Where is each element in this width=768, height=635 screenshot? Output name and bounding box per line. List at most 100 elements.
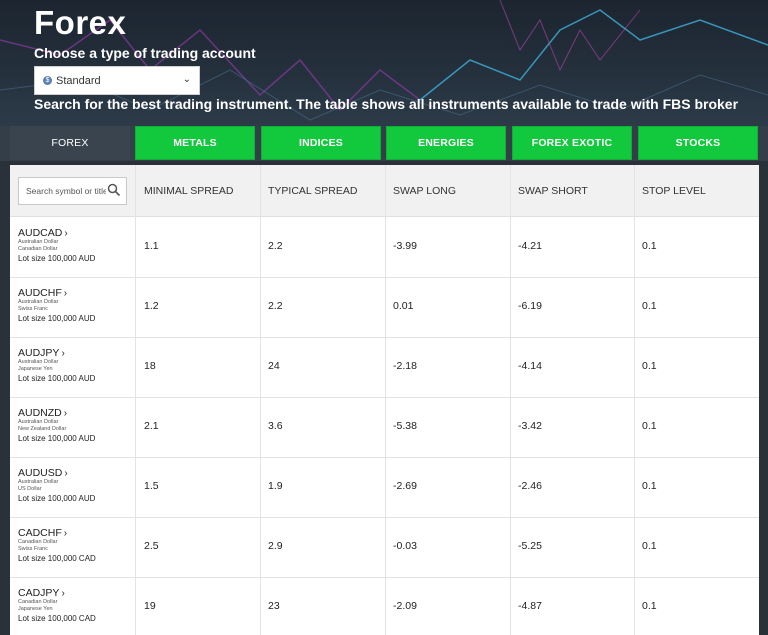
symbol-link[interactable]: AUDJPY ›	[18, 347, 95, 359]
account-type-select[interactable]: $ Standard ⌄	[34, 66, 200, 95]
column-header-swap-short[interactable]: SWAP SHORT	[518, 165, 588, 217]
typical-spread-cell: 2.9	[268, 540, 283, 552]
symbol-search[interactable]	[18, 177, 127, 205]
chevron-right-icon: ›	[64, 468, 68, 479]
stop-level-cell: 0.1	[642, 240, 657, 252]
tab-metals[interactable]: METALS	[135, 126, 255, 160]
swap-short-cell: -2.46	[518, 480, 542, 492]
symbol-link[interactable]: CADJPY ›	[18, 587, 96, 599]
swap-short-cell: -4.14	[518, 360, 542, 372]
quote-currency: Swiss Franc	[18, 306, 48, 312]
stop-level-cell: 0.1	[642, 600, 657, 612]
min-spread-cell: 2.5	[144, 540, 159, 552]
account-type-label: Choose a type of trading account	[34, 45, 256, 61]
chevron-right-icon: ›	[61, 348, 65, 359]
table-description: Search for the best trading instrument. …	[34, 96, 739, 112]
chevron-right-icon: ›	[63, 528, 68, 539]
table-row[interactable]: AUDJPY › Australian Dollar Japanese Yen L…	[10, 338, 759, 398]
table-row[interactable]: AUDCAD › Australian Dollar Canadian Dolla…	[10, 218, 759, 278]
column-header-stop-level[interactable]: STOP LEVEL	[642, 165, 706, 217]
lot-size: Lot size 100,000 AUD	[18, 254, 96, 263]
typical-spread-cell: 23	[268, 600, 280, 612]
symbol-cell[interactable]: AUDCHF › Australian Dollar Swiss Franc Lo…	[18, 287, 95, 323]
column-header-swap-long[interactable]: SWAP LONG	[393, 165, 456, 217]
tab-forex[interactable]: FOREX	[10, 126, 130, 160]
column-header-minimal-spread[interactable]: MINIMAL SPREAD	[144, 165, 233, 217]
lot-size: Lot size 100,000 AUD	[18, 494, 96, 503]
swap-long-cell: -2.09	[393, 600, 417, 612]
chevron-right-icon: ›	[63, 288, 68, 299]
stop-level-cell: 0.1	[642, 480, 657, 492]
tab-energies[interactable]: ENERGIES	[386, 126, 506, 160]
tab-label: FOREX EXOTIC	[531, 137, 613, 149]
tab-indices[interactable]: INDICES	[261, 126, 381, 160]
tab-stocks[interactable]: STOCKS	[638, 126, 758, 160]
quote-currency: US Dollar	[18, 486, 42, 492]
dollar-coin-icon: $	[43, 76, 52, 85]
search-input[interactable]	[26, 186, 106, 196]
typical-spread-cell: 2.2	[268, 300, 283, 312]
table-row[interactable]: CADCHF › Canadian Dollar Swiss Franc Lot …	[10, 518, 759, 578]
stop-level-cell: 0.1	[642, 540, 657, 552]
base-currency: Australian Dollar	[18, 479, 59, 485]
swap-short-cell: -4.87	[518, 600, 542, 612]
symbol-cell[interactable]: AUDNZD › Australian Dollar New Zealand Do…	[18, 407, 95, 443]
stop-level-cell: 0.1	[642, 360, 657, 372]
page-title: Forex	[34, 4, 127, 41]
swap-long-cell: -5.38	[393, 420, 417, 432]
quote-currency: New Zealand Dollar	[18, 426, 67, 432]
swap-long-cell: -3.99	[393, 240, 417, 252]
swap-long-cell: -2.18	[393, 360, 417, 372]
symbol-code: CADCHF	[18, 527, 62, 539]
min-spread-cell: 18	[144, 360, 156, 372]
swap-short-cell: -5.25	[518, 540, 542, 552]
symbol-code: AUDCHF	[18, 287, 62, 299]
symbol-cell[interactable]: AUDUSD › Australian Dollar US Dollar Lot …	[18, 467, 95, 503]
symbol-code: AUDCAD	[18, 227, 63, 239]
swap-long-cell: 0.01	[393, 300, 414, 312]
symbol-code: CADJPY	[18, 587, 60, 599]
min-spread-cell: 2.1	[144, 420, 159, 432]
chevron-down-icon: ⌄	[182, 74, 191, 85]
lot-size: Lot size 100,000 CAD	[18, 614, 96, 623]
table-row[interactable]: CADJPY › Canadian Dollar Japanese Yen Lot…	[10, 578, 759, 635]
instruments-table: MINIMAL SPREAD TYPICAL SPREAD SWAP LONG …	[10, 165, 759, 635]
quote-currency: Swiss Franc	[18, 546, 48, 552]
min-spread-cell: 1.5	[144, 480, 159, 492]
symbol-link[interactable]: AUDUSD ›	[18, 467, 95, 479]
stop-level-cell: 0.1	[642, 300, 657, 312]
symbol-cell[interactable]: AUDCAD › Australian Dollar Canadian Dolla…	[18, 227, 95, 263]
lot-size: Lot size 100,000 AUD	[18, 434, 96, 443]
tab-label: STOCKS	[675, 137, 721, 149]
base-currency: Australian Dollar	[18, 239, 59, 245]
min-spread-cell: 19	[144, 600, 156, 612]
tab-label: INDICES	[299, 137, 343, 149]
chevron-right-icon: ›	[61, 588, 65, 599]
chevron-right-icon: ›	[64, 228, 68, 239]
base-currency: Australian Dollar	[18, 419, 59, 425]
search-icon[interactable]	[107, 183, 121, 197]
tab-label: ENERGIES	[418, 137, 474, 149]
tab-label: FOREX	[51, 137, 89, 149]
symbol-link[interactable]: CADCHF ›	[18, 527, 96, 539]
tab-forex-exotic[interactable]: FOREX EXOTIC	[512, 126, 632, 160]
base-currency: Canadian Dollar	[18, 599, 58, 605]
typical-spread-cell: 2.2	[268, 240, 283, 252]
symbol-link[interactable]: AUDCAD ›	[18, 227, 95, 239]
swap-short-cell: -3.42	[518, 420, 542, 432]
symbol-cell[interactable]: CADCHF › Canadian Dollar Swiss Franc Lot …	[18, 527, 96, 563]
symbol-cell[interactable]: AUDJPY › Australian Dollar Japanese Yen L…	[18, 347, 95, 383]
tab-label: METALS	[173, 137, 217, 149]
lot-size: Lot size 100,000 CAD	[18, 554, 96, 563]
swap-short-cell: -4.21	[518, 240, 542, 252]
table-row[interactable]: AUDNZD › Australian Dollar New Zealand Do…	[10, 398, 759, 458]
symbol-link[interactable]: AUDNZD ›	[18, 407, 95, 419]
column-header-typical-spread[interactable]: TYPICAL SPREAD	[268, 165, 357, 217]
swap-long-cell: -2.69	[393, 480, 417, 492]
symbol-cell[interactable]: CADJPY › Canadian Dollar Japanese Yen Lot…	[18, 587, 96, 623]
account-type-value: Standard	[56, 74, 101, 87]
table-row[interactable]: AUDCHF › Australian Dollar Swiss Franc Lo…	[10, 278, 759, 338]
min-spread-cell: 1.2	[144, 300, 159, 312]
symbol-link[interactable]: AUDCHF ›	[18, 287, 95, 299]
table-row[interactable]: AUDUSD › Australian Dollar US Dollar Lot …	[10, 458, 759, 518]
